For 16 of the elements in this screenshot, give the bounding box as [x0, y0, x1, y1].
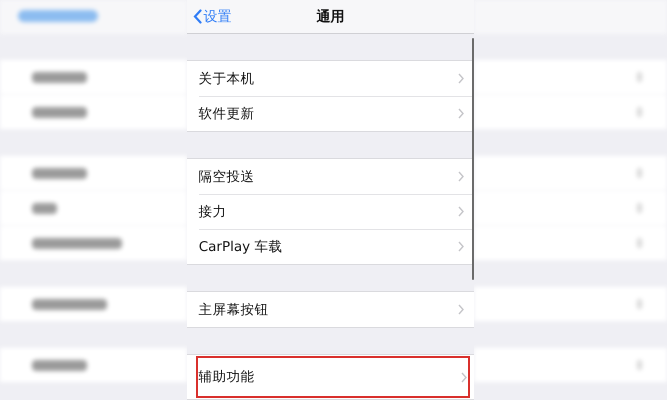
chevron-right-icon — [458, 171, 464, 182]
settings-row[interactable]: 主屏幕按钮 — [186, 292, 474, 327]
chevron-right-icon — [458, 73, 464, 84]
settings-row[interactable]: 接力 — [186, 194, 474, 229]
chevron-right-icon — [458, 108, 464, 119]
chevron-right-icon — [461, 372, 468, 382]
settings-row[interactable]: 软件更新 — [186, 96, 474, 131]
chevron-left-icon — [192, 9, 202, 24]
back-button[interactable]: 设置 — [192, 8, 232, 26]
screen-title: 通用 — [316, 8, 344, 24]
settings-row[interactable]: 关于本机 — [186, 61, 474, 96]
chevron-right-icon — [458, 241, 464, 252]
settings-row[interactable]: 隔空投送 — [186, 159, 474, 194]
settings-row[interactable]: CarPlay 车载 — [186, 229, 474, 264]
chevron-right-icon — [458, 304, 464, 315]
chevron-right-icon — [458, 206, 464, 217]
